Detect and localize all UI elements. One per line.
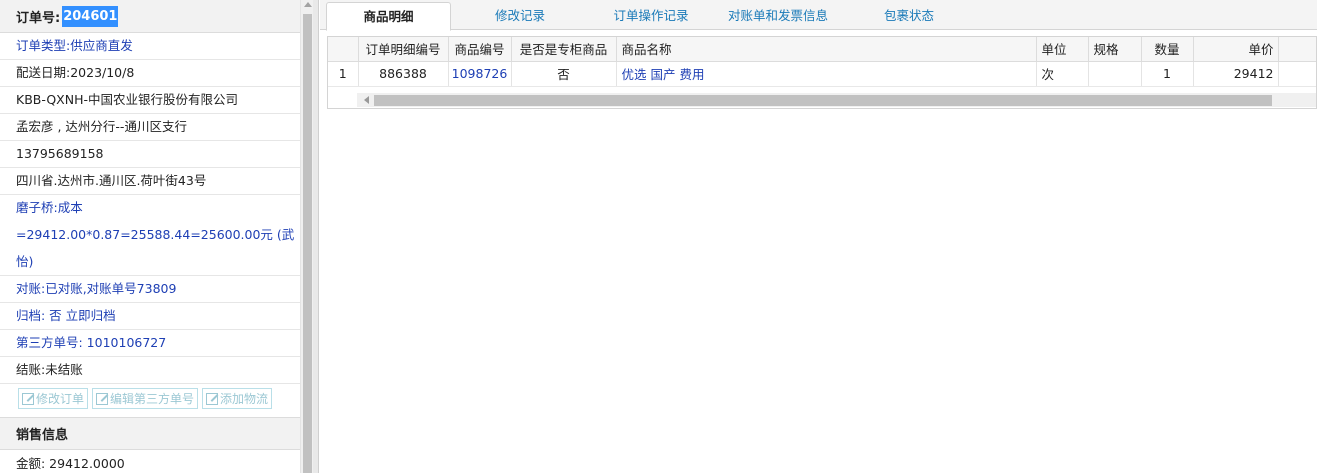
cell-quantity: 1 [1141, 61, 1194, 87]
grid-scrollbar-thumb[interactable] [374, 95, 1272, 106]
cell-spec [1088, 61, 1142, 87]
col-unit[interactable]: 单位 [1036, 37, 1089, 62]
col-quantity[interactable]: 数量 [1141, 37, 1194, 62]
cell-row-number: 1 [328, 61, 359, 87]
product-table: 订单明细编号 商品编号 是否是专柜商品 商品名称 单位 规格 数量 单价 1 8… [328, 37, 1316, 87]
delivery-date: 配送日期:2023/10/8 [0, 60, 300, 87]
add-logistics-label: 添加物流 [220, 392, 269, 406]
col-product-id[interactable]: 商品编号 [448, 37, 512, 62]
col-product-name[interactable]: 商品名称 [616, 37, 1037, 62]
archive-status[interactable]: 归档: 否 立即归档 [0, 303, 300, 330]
sales-amount: 金额: 29412.0000 [16, 456, 125, 471]
cell-detail-id: 886388 [358, 61, 449, 87]
add-logistics-button[interactable]: 添加物流 [202, 388, 273, 409]
cost-note-line1: 磨子桥:成本 [16, 200, 83, 215]
col-spec[interactable]: 规格 [1088, 37, 1142, 62]
delivery-address: 四川省.达州市.通川区.荷叶街43号 [0, 168, 300, 195]
col-unit-price[interactable]: 单价 [1193, 37, 1279, 62]
third-party-number: 第三方单号: 1010106727 [0, 330, 300, 357]
tab-bar: 商品明细 修改记录 订单操作记录 对账单和发票信息 包裹状态 [320, 0, 1317, 31]
cell-filler [1278, 61, 1316, 87]
order-number[interactable]: 204601 [62, 5, 119, 27]
scroll-up-arrow-icon[interactable] [304, 2, 312, 7]
cell-counter-product: 否 [511, 61, 617, 87]
edit-icon [96, 392, 109, 405]
tab-modify-records[interactable]: 修改记录 [470, 2, 570, 30]
cost-note-line2: =29412.00*0.87=25588.44=25600.00元 (武 [16, 227, 295, 242]
col-detail-id[interactable]: 订单明细编号 [358, 37, 449, 62]
table-header-row: 订单明细编号 商品编号 是否是专柜商品 商品名称 单位 规格 数量 单价 [328, 37, 1316, 62]
tab-product-details[interactable]: 商品明细 [326, 2, 451, 31]
tab-statement-invoice[interactable]: 对账单和发票信息 [718, 2, 838, 30]
product-grid: 订单明细编号 商品编号 是否是专柜商品 商品名称 单位 规格 数量 单价 1 8… [327, 36, 1317, 109]
cell-unit: 次 [1036, 61, 1089, 87]
settle-status: 结账:未结账 [0, 357, 300, 384]
table-row[interactable]: 1 886388 1098726 否 优选 国产 费用 次 1 29412 [328, 61, 1316, 87]
sales-info-header: 销售信息 [0, 417, 300, 450]
scrollbar-thumb[interactable] [303, 14, 312, 473]
contact-phone: 13795689158 [0, 141, 300, 168]
edit-third-party-button[interactable]: 编辑第三方单号 [92, 388, 199, 409]
contact-branch: 孟宏彦 , 达州分行--通川区支行 [0, 114, 300, 141]
col-row-number [328, 37, 359, 62]
edit-order-label: 修改订单 [36, 392, 85, 406]
cell-product-name-link[interactable]: 优选 国产 费用 [616, 61, 1037, 87]
cell-unit-price: 29412 [1193, 61, 1279, 87]
left-scrollbar[interactable] [300, 0, 313, 473]
edit-icon [206, 392, 219, 405]
customer-company: KBB-QXNH-中国农业银行股份有限公司 [0, 87, 300, 114]
scroll-left-arrow-icon[interactable] [364, 96, 369, 104]
panel-splitter[interactable] [313, 0, 319, 473]
grid-horizontal-scrollbar[interactable] [357, 93, 1316, 107]
reconcile-status: 对账:已对账,对账单号73809 [0, 276, 300, 303]
order-detail-panel: 商品明细 修改记录 订单操作记录 对账单和发票信息 包裹状态 订单明细编号 商品… [320, 0, 1317, 473]
col-filler [1278, 37, 1316, 62]
edit-icon [22, 392, 34, 405]
col-counter-product[interactable]: 是否是专柜商品 [511, 37, 617, 62]
order-header: 订单号: 204601 [0, 0, 300, 33]
order-number-label: 订单号: [16, 10, 61, 26]
cost-note-line3: 怡) [0, 249, 300, 276]
edit-third-party-label: 编辑第三方单号 [110, 392, 195, 406]
edit-order-button[interactable]: 修改订单 [18, 388, 89, 409]
cell-product-id-link[interactable]: 1098726 [448, 61, 512, 87]
order-info-panel: 订单号: 204601 订单类型:供应商直发 配送日期:2023/10/8 KB… [0, 0, 300, 473]
order-type: 订单类型:供应商直发 [0, 33, 300, 60]
tab-package-status[interactable]: 包裹状态 [868, 2, 950, 30]
order-actions: 修改订单 编辑第三方单号 添加物流 [0, 384, 300, 413]
tab-order-operation-log[interactable]: 订单操作记录 [596, 2, 706, 30]
